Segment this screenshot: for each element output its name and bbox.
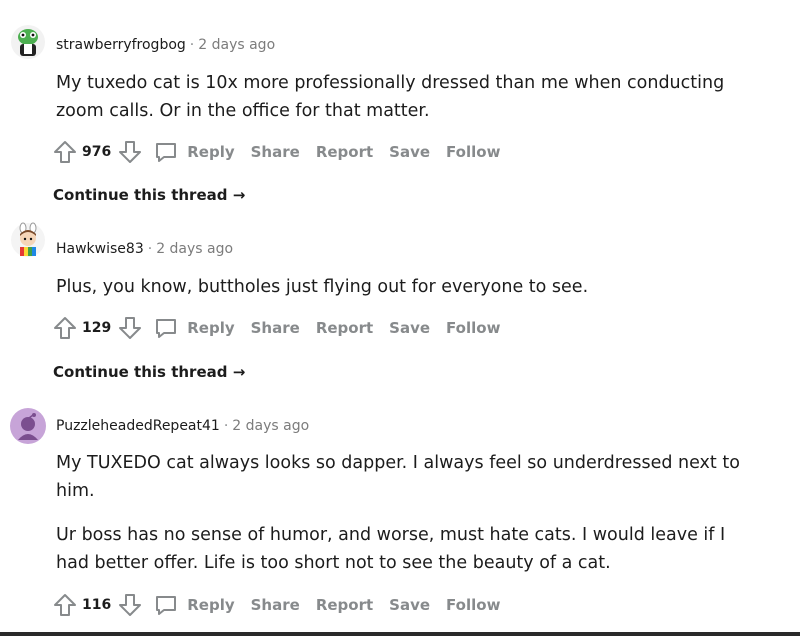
follow-button[interactable]: Follow (446, 319, 500, 337)
save-button[interactable]: Save (389, 319, 430, 337)
downvote-icon[interactable] (117, 139, 143, 165)
comment-body: My tuxedo cat is 10x more professionally… (56, 69, 756, 125)
continue-thread-label: Continue this thread (53, 186, 228, 204)
author-name[interactable]: Hawkwise83 (56, 241, 144, 257)
comment-bubble-icon (156, 319, 177, 338)
continue-thread-link[interactable]: Continue this thread → (53, 186, 245, 204)
report-button[interactable]: Report (316, 596, 373, 614)
arrow-right-icon: → (232, 363, 246, 381)
upvote-icon[interactable] (52, 592, 78, 618)
report-button[interactable]: Report (316, 143, 373, 161)
author-name[interactable]: strawberryfrogbog (56, 37, 186, 53)
user-avatar[interactable] (10, 24, 46, 60)
comment-paragraph: Ur boss has no sense of humor, and worse… (56, 525, 726, 573)
reply-label: Reply (187, 143, 235, 161)
share-button[interactable]: Share (251, 143, 300, 161)
comment-body: Plus, you know, buttholes just flying ou… (56, 273, 756, 301)
save-button[interactable]: Save (389, 596, 430, 614)
timestamp[interactable]: 2 days ago (156, 241, 233, 257)
comment-paragraph: Plus, you know, buttholes just flying ou… (56, 277, 589, 297)
reply-label: Reply (187, 319, 235, 337)
vote-score: 116 (82, 597, 112, 613)
comment-paragraph: My tuxedo cat is 10x more professionally… (56, 73, 725, 121)
comment-actions: 129 Reply Share Report Save Follow (52, 313, 500, 343)
separator: · (189, 37, 195, 53)
separator: · (223, 418, 229, 434)
follow-button[interactable]: Follow (446, 143, 500, 161)
timestamp[interactable]: 2 days ago (198, 37, 275, 53)
comment-actions: 976 Reply Share Report Save Follow (52, 137, 500, 167)
report-button[interactable]: Report (316, 319, 373, 337)
continue-thread-link[interactable]: Continue this thread → (53, 363, 245, 381)
comment-body: My TUXEDO cat always looks so dapper. I … (56, 449, 756, 577)
upvote-icon[interactable] (52, 139, 78, 165)
comment-bubble-icon (156, 596, 177, 615)
bottom-divider (0, 632, 800, 636)
share-button[interactable]: Share (251, 596, 300, 614)
downvote-icon[interactable] (117, 315, 143, 341)
downvote-icon[interactable] (117, 592, 143, 618)
vote-score: 129 (82, 320, 112, 336)
continue-thread-label: Continue this thread (53, 363, 228, 381)
comment-meta: Hawkwise83 · 2 days ago (56, 241, 233, 257)
author-name[interactable]: PuzzleheadedRepeat41 (56, 418, 220, 434)
reply-button[interactable]: Reply (153, 315, 235, 341)
reply-button[interactable]: Reply (153, 139, 235, 165)
vote-score: 976 (82, 144, 112, 160)
timestamp[interactable]: 2 days ago (232, 418, 309, 434)
reply-label: Reply (187, 596, 235, 614)
comment-bubble-icon (156, 143, 177, 162)
user-avatar[interactable] (10, 408, 46, 444)
comment-meta: strawberryfrogbog · 2 days ago (56, 37, 275, 53)
reply-button[interactable]: Reply (153, 592, 235, 618)
share-button[interactable]: Share (251, 319, 300, 337)
user-avatar[interactable] (10, 222, 46, 258)
comment-actions: 116 Reply Share Report Save Follow (52, 590, 500, 620)
arrow-right-icon: → (232, 186, 246, 204)
separator: · (147, 241, 153, 257)
save-button[interactable]: Save (389, 143, 430, 161)
comment-paragraph: My TUXEDO cat always looks so dapper. I … (56, 453, 740, 501)
follow-button[interactable]: Follow (446, 596, 500, 614)
upvote-icon[interactable] (52, 315, 78, 341)
comment-meta: PuzzleheadedRepeat41 · 2 days ago (56, 418, 309, 434)
